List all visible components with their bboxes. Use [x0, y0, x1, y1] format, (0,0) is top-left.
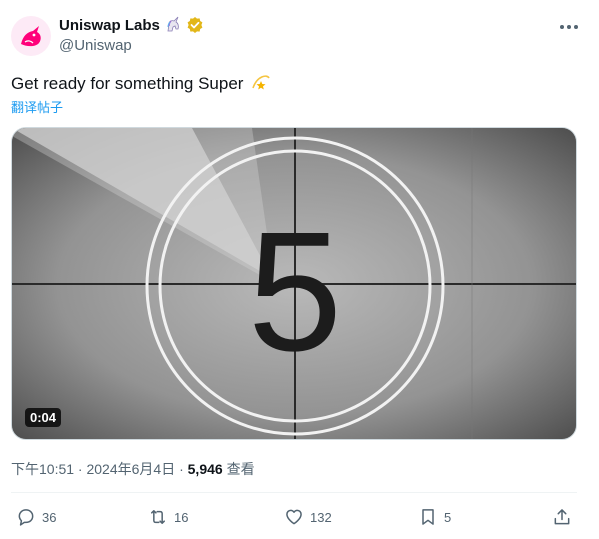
more-dots-icon [560, 25, 578, 29]
views-label: 查看 [226, 461, 255, 477]
author-handle[interactable]: @Uniswap [59, 37, 132, 54]
bookmark-count: 5 [444, 509, 452, 525]
repost-count: 16 [174, 509, 189, 525]
dizzy-star-icon [252, 75, 270, 90]
avatar[interactable] [11, 16, 51, 56]
reply-count: 36 [42, 509, 57, 525]
tweet-meta: 下午10:51 · 2024年6月4日 · 5,946 查看 [11, 459, 255, 479]
views-count: 5,946 [187, 461, 223, 477]
share-icon [554, 509, 570, 525]
action-bar: 36 16 132 5 [0, 507, 599, 531]
reply-button[interactable]: 36 [16, 507, 56, 527]
author-name-row: Uniswap Labs [59, 16, 204, 34]
author-name[interactable]: Uniswap Labs [59, 17, 160, 34]
like-count: 132 [310, 509, 332, 525]
heart-icon [286, 509, 302, 525]
share-button[interactable] [552, 507, 572, 527]
tweet-text: Get ready for something Super [11, 72, 271, 95]
countdown-leader-frame: 5 [12, 128, 576, 439]
reply-icon [18, 509, 34, 526]
more-options-button[interactable] [558, 18, 580, 36]
tweet-text-content: Get ready for something Super [11, 74, 244, 93]
uniswap-logo-icon [21, 26, 41, 47]
tweet-timestamp[interactable]: 下午10:51 · 2024年6月4日 · [11, 461, 188, 477]
translate-post-link[interactable]: 翻译帖子 [11, 97, 63, 116]
bookmark-icon [422, 509, 434, 525]
bookmark-button[interactable]: 5 [418, 507, 451, 527]
countdown-number: 5 [248, 197, 343, 387]
divider [11, 492, 577, 493]
unicorn-icon [167, 16, 179, 32]
like-button[interactable]: 132 [284, 507, 332, 527]
video-duration-badge: 0:04 [25, 408, 62, 427]
repost-button[interactable]: 16 [148, 507, 188, 527]
verified-badge-icon[interactable] [186, 16, 204, 34]
repost-icon [151, 510, 165, 524]
video-player[interactable]: 5 0:04 [11, 127, 577, 440]
